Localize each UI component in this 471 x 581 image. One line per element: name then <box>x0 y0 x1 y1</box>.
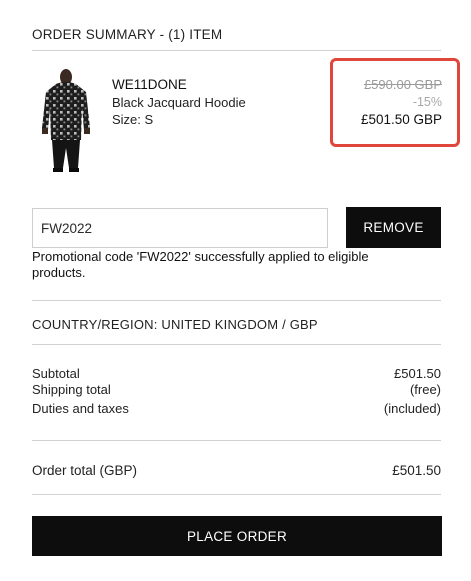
shipping-value: (free) <box>409 382 441 397</box>
discounted-price: £501.50 GBP <box>360 112 442 127</box>
place-order-button[interactable]: PLACE ORDER <box>32 516 442 556</box>
divider <box>32 300 441 301</box>
divider <box>32 50 441 51</box>
duties-label: Duties and taxes <box>32 401 129 416</box>
product-thumbnail[interactable] <box>38 68 94 174</box>
subtotal-label: Subtotal <box>32 366 80 381</box>
product-name[interactable]: Black Jacquard Hoodie <box>112 95 246 110</box>
remove-promo-button[interactable]: REMOVE <box>346 207 441 248</box>
hoodie-image <box>42 69 90 172</box>
order-total-value: £501.50 <box>392 463 441 478</box>
order-total-label: Order total (GBP) <box>32 463 138 478</box>
shipping-label: Shipping total <box>32 382 111 397</box>
promo-success-message: Promotional code 'FW2022' successfully a… <box>32 249 369 280</box>
original-price: £590.00 GBP <box>363 77 442 92</box>
product-brand[interactable]: WE11DONE <box>112 77 187 92</box>
discount-percent: -15% <box>412 95 442 109</box>
subtotal-value: £501.50 <box>394 366 441 381</box>
divider <box>32 440 441 441</box>
duties-value: (included) <box>383 401 441 416</box>
divider <box>32 494 441 495</box>
divider <box>32 344 441 345</box>
promo-code-input[interactable] <box>32 208 328 248</box>
order-summary-title: ORDER SUMMARY - (1) ITEM <box>32 27 223 42</box>
country-region: COUNTRY/REGION: UNITED KINGDOM / GBP <box>32 317 318 332</box>
product-size: Size: S <box>112 112 154 127</box>
